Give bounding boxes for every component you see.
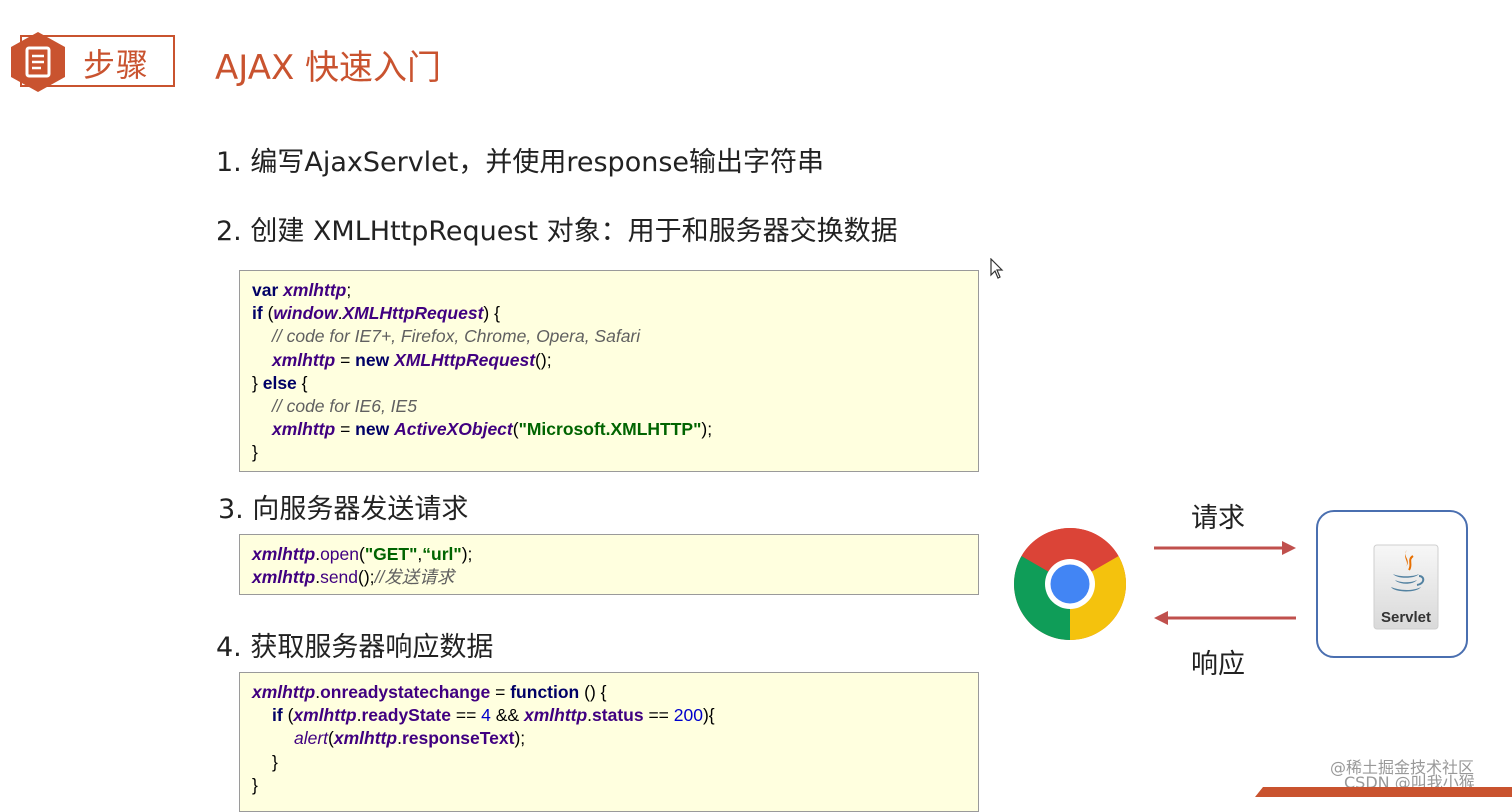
code-line: alert(xmlhttp.responseText); [294, 728, 526, 749]
section-badge-label: 步骤 [83, 46, 150, 84]
code-line: if (xmlhttp.readyState == 4 && xmlhttp.s… [272, 705, 715, 726]
request-arrow [1154, 541, 1296, 555]
mouse-cursor-icon [990, 258, 1004, 279]
slide-title: AJAX 快速入门 [215, 48, 442, 88]
code-line: } else { [252, 372, 308, 393]
code-block-create-xhr: var xmlhttp; if (window.XMLHttpRequest) … [239, 270, 979, 472]
servlet-label: Servlet [1380, 609, 1432, 626]
code-line: if (window.XMLHttpRequest) { [252, 303, 500, 324]
step-1: 1. 编写AjaxServlet，并使用response输出字符串 [216, 147, 825, 178]
code-block-send: xmlhttp.open("GET",“url"); xmlhttp.send(… [239, 534, 979, 595]
code-line: xmlhttp.send();//发送请求 [252, 567, 455, 588]
code-line: } [272, 751, 278, 772]
code-line: xmlhttp.open("GET",“url"); [252, 544, 473, 564]
document-icon [11, 32, 65, 92]
step-4: 4. 获取服务器响应数据 [216, 632, 494, 663]
request-label: 请求 [1191, 503, 1245, 534]
code-line: } [252, 774, 258, 795]
step-2: 2. 创建 XMLHttpRequest 对象：用于和服务器交换数据 [216, 216, 898, 247]
chrome-browser-icon [1013, 527, 1127, 640]
code-line: } [252, 442, 258, 463]
response-arrow [1154, 611, 1296, 625]
code-line: xmlhttp = new XMLHttpRequest(); [272, 349, 552, 370]
code-comment: // code for IE7+, Firefox, Chrome, Opera… [272, 326, 641, 347]
step-3: 3. 向服务器发送请求 [218, 494, 469, 525]
code-comment: // code for IE6, IE5 [272, 396, 417, 417]
footer-accent-strip [1255, 787, 1512, 797]
response-label: 响应 [1191, 649, 1245, 680]
code-line: xmlhttp.onreadystatechange = function ()… [252, 682, 607, 702]
code-line: xmlhttp = new ActiveXObject("Microsoft.X… [272, 419, 713, 440]
code-block-response: xmlhttp.onreadystatechange = function ()… [239, 672, 979, 812]
code-line: var xmlhttp; [252, 280, 352, 300]
